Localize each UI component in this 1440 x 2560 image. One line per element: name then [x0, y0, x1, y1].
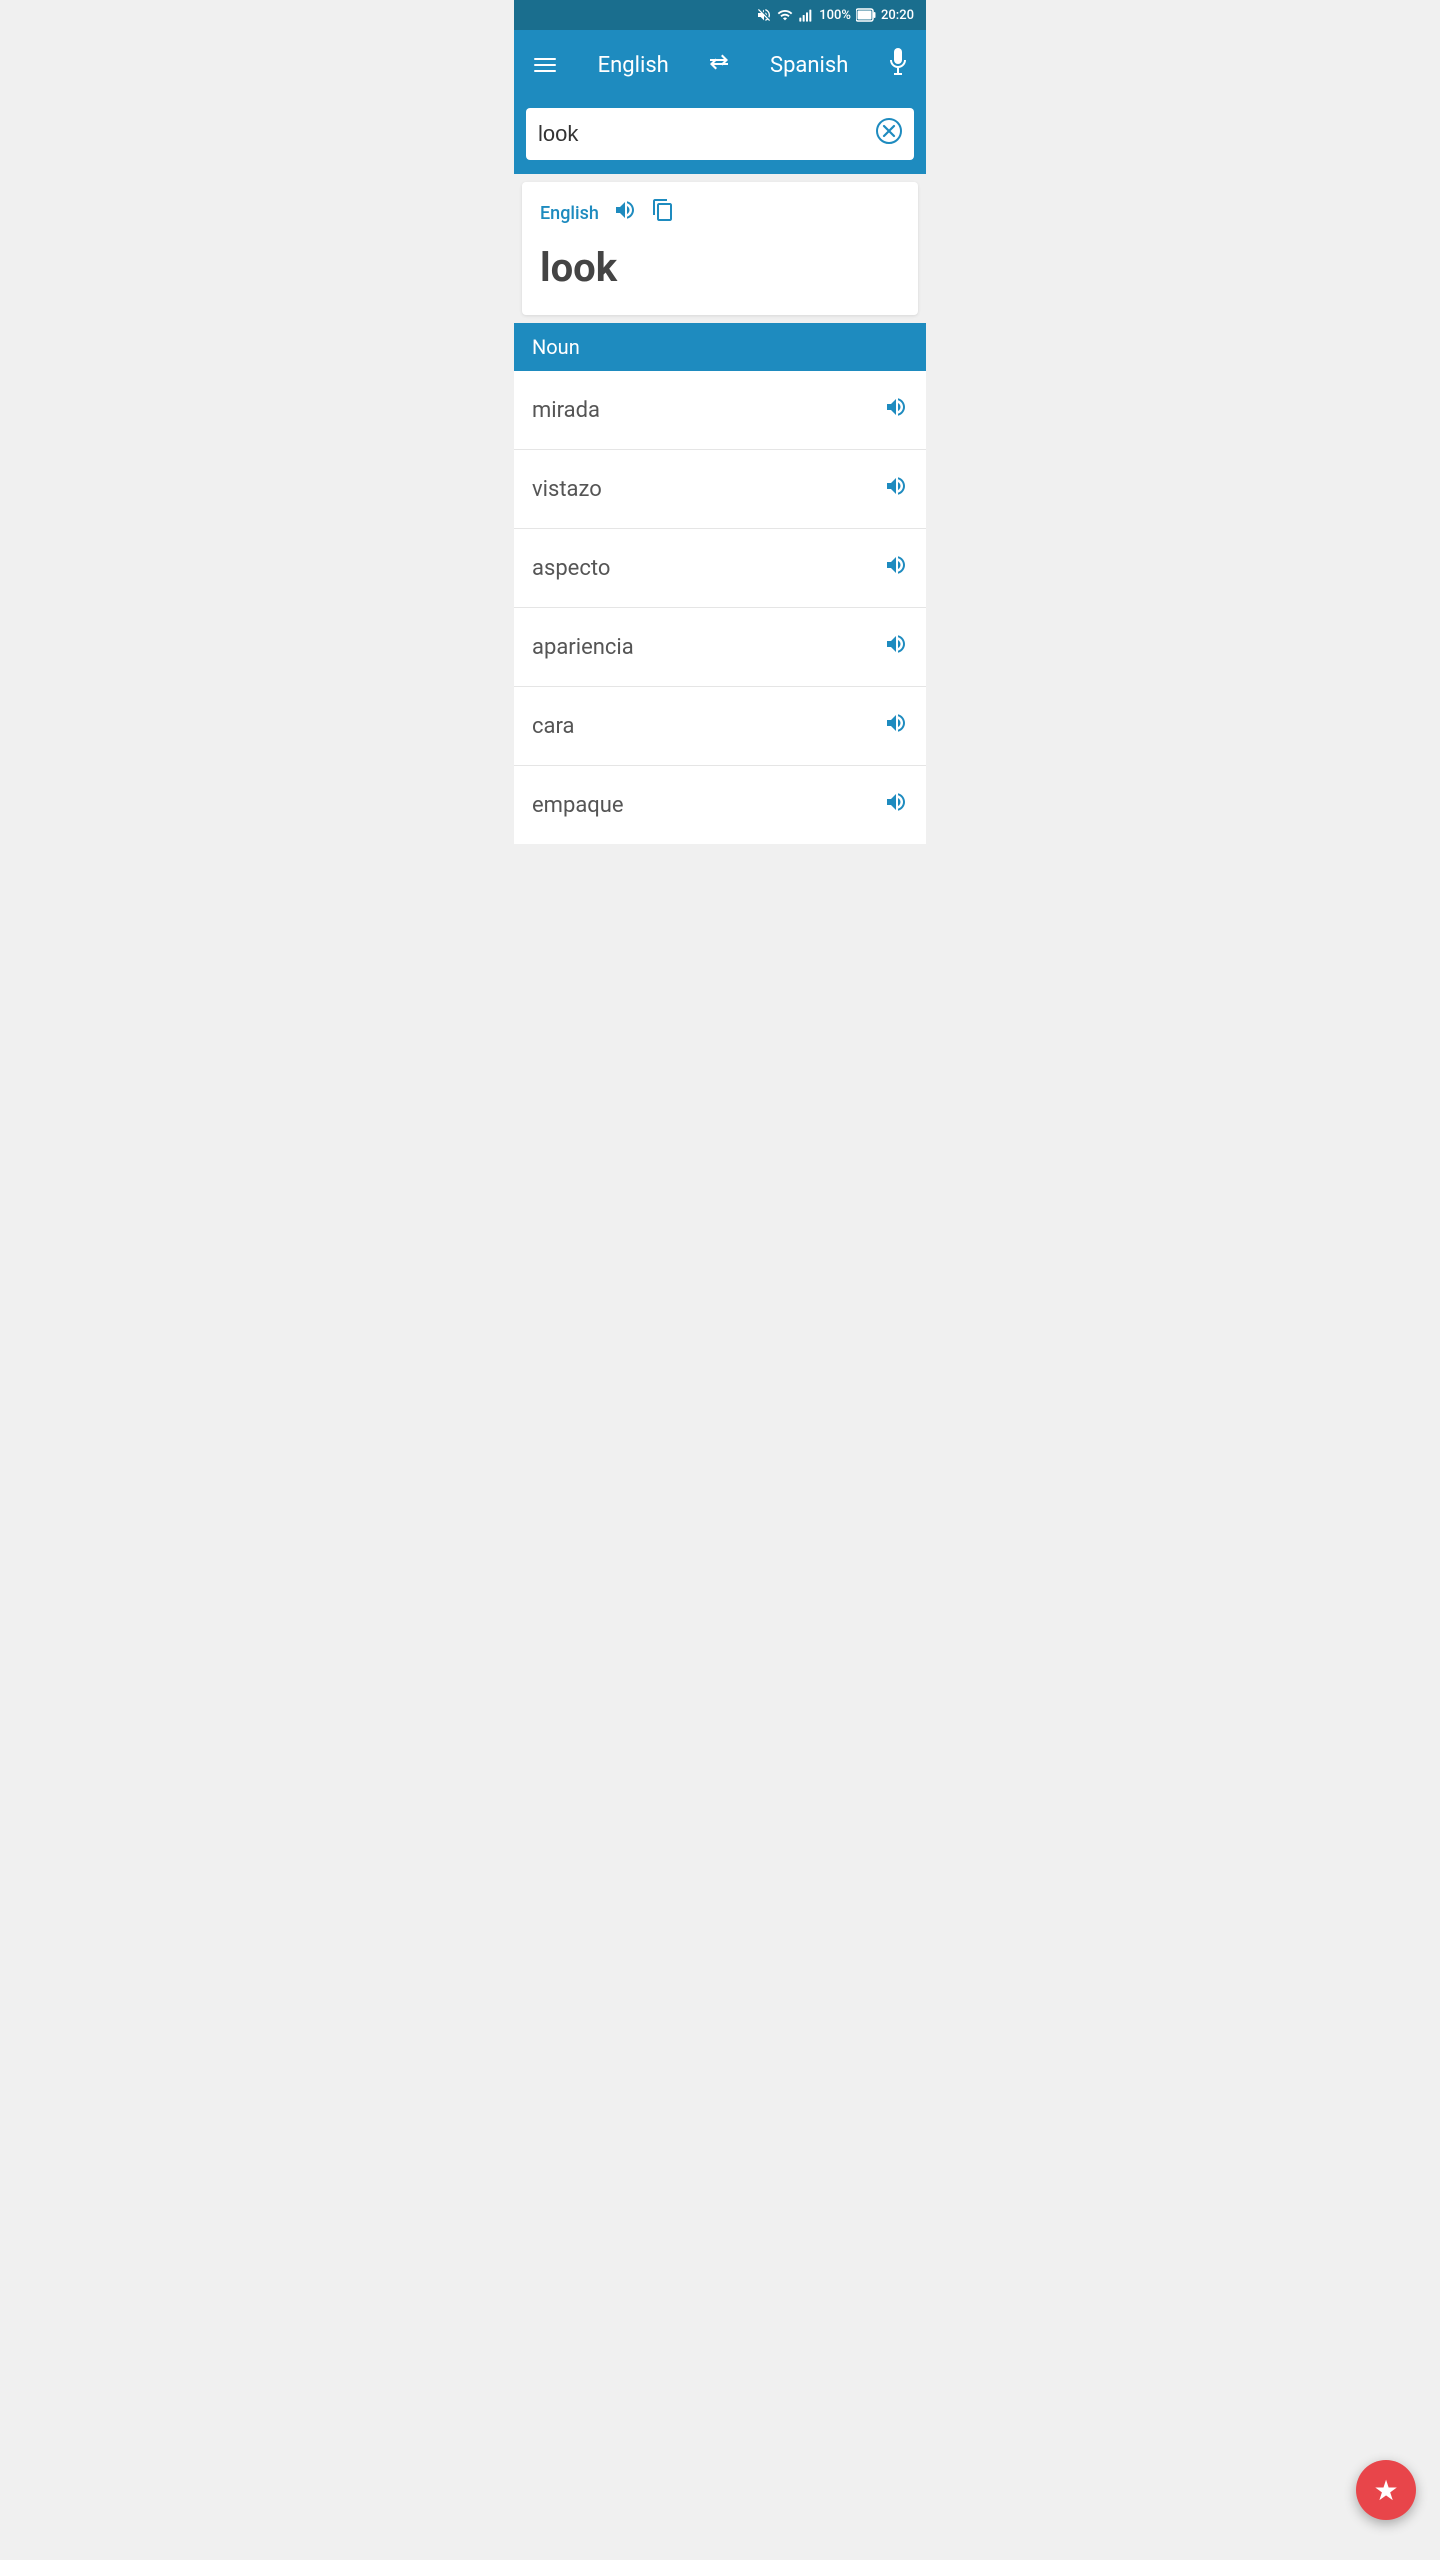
app-header: English Spanish	[514, 30, 926, 100]
translation-word: vistazo	[532, 477, 602, 502]
search-input-wrapper	[526, 108, 914, 160]
translation-word: apariencia	[532, 635, 634, 660]
status-time: 20:20	[881, 8, 914, 23]
speak-translation-button[interactable]	[884, 553, 908, 583]
star-icon: ★	[1373, 2474, 1398, 2507]
source-language-label: English	[540, 203, 599, 224]
menu-button[interactable]	[530, 54, 560, 76]
speak-translation-button[interactable]	[884, 632, 908, 662]
speak-source-button[interactable]	[613, 198, 637, 228]
mute-icon	[756, 7, 772, 23]
battery-percentage: 100%	[819, 8, 851, 23]
signal-icon	[798, 7, 814, 23]
translation-item: aspecto	[514, 529, 926, 608]
speak-translation-button[interactable]	[884, 790, 908, 820]
translation-word: aspecto	[532, 556, 610, 581]
translation-item: empaque	[514, 766, 926, 844]
wifi-icon	[777, 7, 793, 23]
search-bar	[514, 100, 926, 174]
translation-word: mirada	[532, 398, 600, 423]
pos-label: Noun	[532, 335, 580, 359]
translation-item: apariencia	[514, 608, 926, 687]
source-word-card: English look	[522, 182, 918, 315]
source-word-text: look	[540, 244, 900, 291]
search-input[interactable]	[538, 121, 868, 147]
source-language-selector[interactable]: English	[598, 53, 669, 78]
swap-languages-button[interactable]	[706, 51, 732, 79]
translation-word: cara	[532, 714, 574, 739]
copy-source-button[interactable]	[651, 198, 675, 228]
status-icons: 100% 20:20	[756, 7, 914, 23]
speak-translation-button[interactable]	[884, 711, 908, 741]
speak-translation-button[interactable]	[884, 395, 908, 425]
translation-item: mirada	[514, 371, 926, 450]
status-bar: 100% 20:20	[514, 0, 926, 30]
translation-item: cara	[514, 687, 926, 766]
microphone-button[interactable]	[886, 48, 910, 82]
translation-list: mirada vistazo aspecto apariencia cara e…	[514, 371, 926, 844]
part-of-speech-header: Noun	[514, 323, 926, 371]
translation-item: vistazo	[514, 450, 926, 529]
translation-word: empaque	[532, 793, 624, 818]
source-card-header: English	[540, 198, 900, 228]
speak-translation-button[interactable]	[884, 474, 908, 504]
clear-button[interactable]	[876, 118, 902, 150]
favorites-fab[interactable]: ★	[1356, 2460, 1416, 2520]
battery-icon	[856, 8, 876, 22]
target-language-selector[interactable]: Spanish	[770, 53, 848, 78]
